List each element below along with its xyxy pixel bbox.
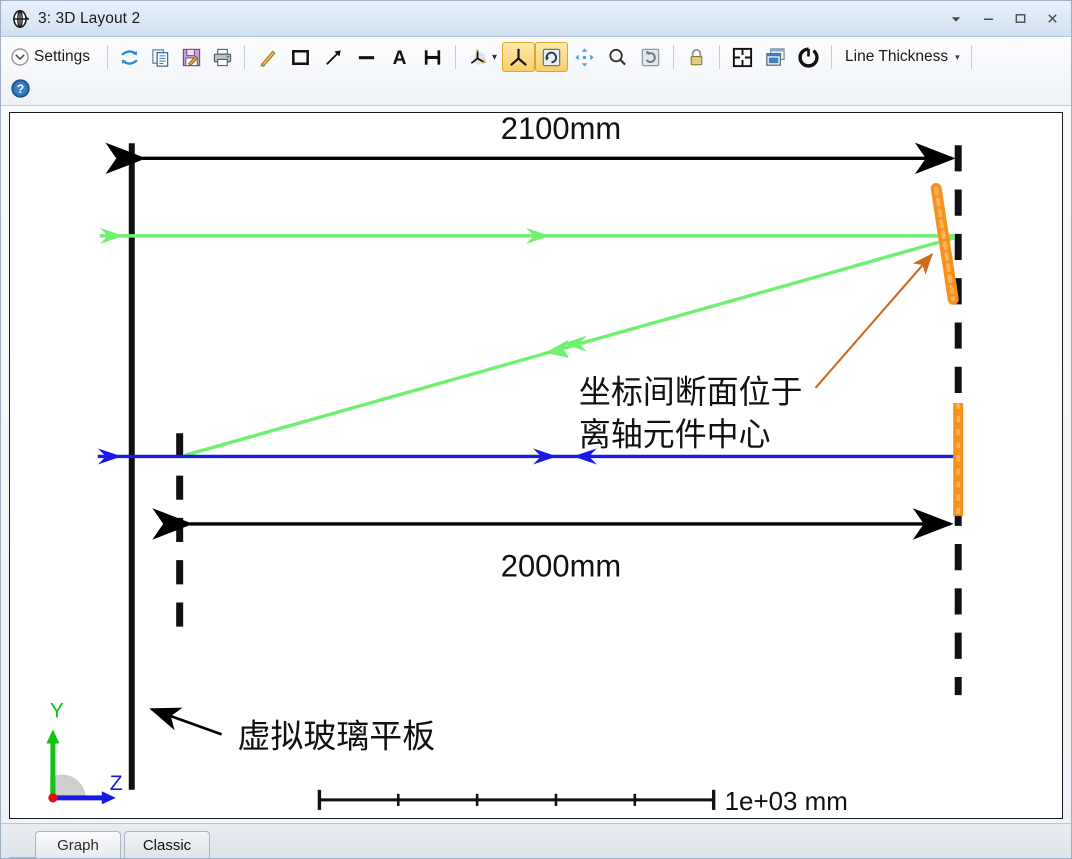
pan-icon[interactable] [568, 42, 601, 72]
power-refresh-icon[interactable] [792, 42, 825, 72]
top-dimension: 2100mm [143, 113, 952, 158]
toolbar-separator [971, 45, 972, 69]
bottom-dimension: 2000mm [190, 524, 951, 583]
arrow-icon[interactable] [317, 42, 350, 72]
settings-label: Settings [30, 48, 96, 66]
line-thickness-dropdown[interactable]: Line Thickness ▾ [838, 42, 965, 72]
window-controls [941, 6, 1067, 32]
tab-graph[interactable]: Graph [35, 831, 121, 858]
line-thickness-label: Line Thickness [843, 48, 950, 66]
toolbar-separator [719, 45, 720, 69]
minimize-button[interactable] [973, 6, 1003, 32]
toolbar-separator [673, 45, 674, 69]
top-dimension-label: 2100mm [501, 113, 621, 146]
tab-graph-label: Graph [57, 837, 99, 854]
svg-text:A: A [393, 48, 407, 69]
callout-glass-plate: 虚拟玻璃平板 [152, 709, 435, 755]
copy-icon[interactable] [145, 42, 176, 72]
chevron-down-icon: ▾ [955, 52, 960, 63]
pencil-icon[interactable] [251, 42, 284, 72]
axis-tripod-icon[interactable] [502, 42, 535, 72]
svg-text:?: ? [17, 81, 24, 95]
refresh-icon[interactable] [114, 42, 145, 72]
scale-bar: 1e+03 mm [319, 786, 847, 816]
lock-icon[interactable] [680, 42, 713, 72]
toolbar-separator [244, 45, 245, 69]
layout-plot-canvas[interactable]: 2100mm 2000mm [9, 112, 1063, 819]
help-icon[interactable]: ? [7, 73, 36, 103]
axis-label-z: Z [110, 772, 123, 795]
scale-bar-label: 1e+03 mm [725, 786, 848, 816]
chevron-down-icon[interactable]: ▾ [492, 52, 497, 63]
toolbar: Settings [1, 37, 1071, 106]
rectangle-icon[interactable] [284, 42, 317, 72]
tab-classic[interactable]: Classic [124, 831, 210, 858]
save-icon[interactable] [176, 42, 207, 72]
bottom-dimension-label: 2000mm [501, 548, 621, 583]
window-title: 3: 3D Layout 2 [38, 10, 941, 28]
toolbar-separator [455, 45, 456, 69]
close-button[interactable] [1037, 6, 1067, 32]
dimension-icon[interactable] [416, 42, 449, 72]
rotate-view-icon[interactable] [535, 42, 568, 72]
canvas-container: 2100mm 2000mm [1, 106, 1071, 823]
callout-mirror-line1: 坐标间断面位于 [579, 374, 803, 410]
text-icon[interactable]: A [383, 42, 416, 72]
axis-indicator: Y Z [46, 699, 122, 804]
print-icon[interactable] [207, 42, 238, 72]
settings-button[interactable]: Settings [7, 42, 101, 72]
maximize-button[interactable] [1005, 6, 1035, 32]
callout-mirror-line2: 离轴元件中心 [579, 416, 771, 452]
tab-bar: Graph Classic [1, 823, 1071, 858]
toolbar-row-1: Settings [7, 40, 1065, 74]
layout-window: 3: 3D Layout 2 Settings [0, 0, 1072, 859]
callout-glass-plate-label: 虚拟玻璃平板 [238, 718, 436, 755]
title-bar: 3: 3D Layout 2 [1, 1, 1071, 37]
lower-ray-blue [98, 448, 956, 464]
toolbar-separator [831, 45, 832, 69]
callout-mirror: 坐标间断面位于 离轴元件中心 [579, 254, 932, 452]
rotate-axes-icon[interactable]: ▾ [462, 42, 502, 72]
window-stack-icon[interactable] [759, 42, 792, 72]
tab-classic-label: Classic [143, 837, 191, 854]
layout-3d-icon [9, 8, 31, 30]
fit-window-icon[interactable] [726, 42, 759, 72]
layout-svg: 2100mm 2000mm [10, 113, 1062, 818]
reset-view-icon[interactable] [634, 42, 667, 72]
upper-ray-green [100, 228, 954, 456]
toolbar-row-2: ? [7, 74, 1065, 102]
dropdown-button[interactable] [941, 6, 971, 32]
toolbar-separator [107, 45, 108, 69]
zoom-icon[interactable] [601, 42, 634, 72]
line-icon[interactable] [350, 42, 383, 72]
axis-label-y: Y [50, 699, 64, 722]
tab-lead-spacer [9, 830, 35, 858]
